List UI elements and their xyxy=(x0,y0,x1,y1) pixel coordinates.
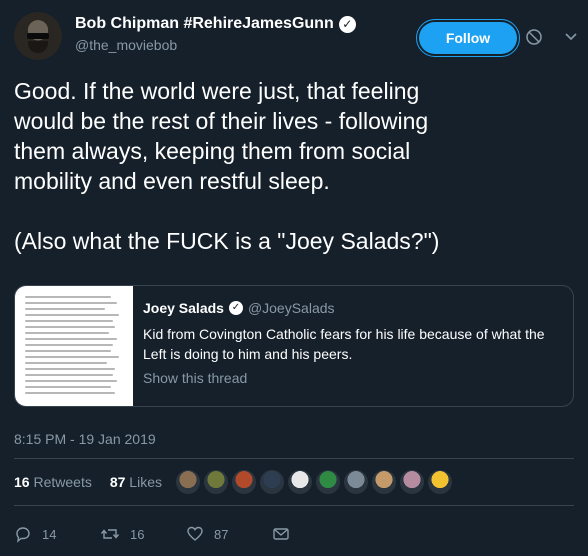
tweet-text: Good. If the world were just, that feeli… xyxy=(14,76,574,256)
direct-message-action[interactable] xyxy=(272,525,312,543)
tweet-line: would be the rest of their lives - follo… xyxy=(14,108,429,134)
avatar-beard xyxy=(28,41,48,53)
likes-stat[interactable]: 87 Likes xyxy=(110,474,162,490)
show-thread-link[interactable]: Show this thread xyxy=(143,370,563,386)
liker-avatar[interactable] xyxy=(400,470,424,494)
verified-badge-icon: ✓ xyxy=(228,301,243,315)
quoted-author-handle: @JoeySalads xyxy=(247,300,335,316)
liker-avatar[interactable] xyxy=(204,470,228,494)
liker-avatar[interactable] xyxy=(428,470,452,494)
avatar-glasses xyxy=(27,33,49,39)
tweet-actions: 14 16 87 xyxy=(14,525,312,543)
liker-avatar[interactable] xyxy=(288,470,312,494)
quoted-text-line: Left is doing to him and his peers. xyxy=(143,346,353,362)
quoted-text-line: Kid from Covington Catholic fears for hi… xyxy=(143,326,545,342)
envelope-icon xyxy=(273,528,289,540)
liker-avatar[interactable] xyxy=(176,470,200,494)
tweet-line: (Also what the FUCK is a "Joey Salads?") xyxy=(14,228,440,254)
quoted-author-name: Joey Salads xyxy=(143,300,224,316)
liker-avatars xyxy=(176,470,452,494)
quoted-author-row: Joey Salads ✓ @JoeySalads xyxy=(143,300,563,316)
retweet-icon xyxy=(100,529,120,539)
author-name-row[interactable]: Bob Chipman #RehireJamesGunn ✓ xyxy=(75,15,356,33)
divider xyxy=(14,458,574,459)
liker-avatar[interactable] xyxy=(316,470,340,494)
liker-avatar[interactable] xyxy=(232,470,256,494)
tweet-timestamp[interactable]: 8:15 PM - 19 Jan 2019 xyxy=(14,431,156,447)
divider xyxy=(14,505,574,506)
heart-icon xyxy=(187,526,203,541)
chevron-down-icon[interactable] xyxy=(563,28,579,44)
quoted-tweet-thumbnail xyxy=(15,286,133,406)
block-icon[interactable] xyxy=(525,28,543,46)
retweet-count: 16 xyxy=(130,526,145,542)
follow-button[interactable]: Follow xyxy=(419,22,517,54)
author-avatar[interactable] xyxy=(14,12,62,60)
quoted-tweet-body: Joey Salads ✓ @JoeySalads Kid from Covin… xyxy=(143,300,563,386)
quoted-tweet-text: Kid from Covington Catholic fears for hi… xyxy=(143,324,563,364)
reply-action[interactable]: 14 xyxy=(14,525,100,543)
liker-avatar[interactable] xyxy=(344,470,368,494)
author-name[interactable]: Bob Chipman #RehireJamesGunn xyxy=(75,15,334,33)
reply-count: 14 xyxy=(42,526,57,542)
quoted-tweet-card[interactable]: Joey Salads ✓ @JoeySalads Kid from Covin… xyxy=(14,285,574,407)
like-action[interactable]: 87 xyxy=(186,525,272,543)
tweet-line: them always, keeping them from social xyxy=(14,138,411,164)
tweet-line: Good. If the world were just, that feeli… xyxy=(14,78,420,104)
liker-avatar[interactable] xyxy=(372,470,396,494)
tweet-line: mobility and even restful sleep. xyxy=(14,168,330,194)
liker-avatar[interactable] xyxy=(260,470,284,494)
reply-icon xyxy=(16,527,30,543)
verified-badge-icon: ✓ xyxy=(338,15,356,33)
retweets-stat[interactable]: 16 Retweets xyxy=(14,474,92,490)
like-count: 87 xyxy=(214,526,229,542)
author-handle[interactable]: @the_moviebob xyxy=(75,37,177,53)
engagement-stats: 16 Retweets 87 Likes xyxy=(14,474,162,490)
retweet-action[interactable]: 16 xyxy=(100,525,186,543)
